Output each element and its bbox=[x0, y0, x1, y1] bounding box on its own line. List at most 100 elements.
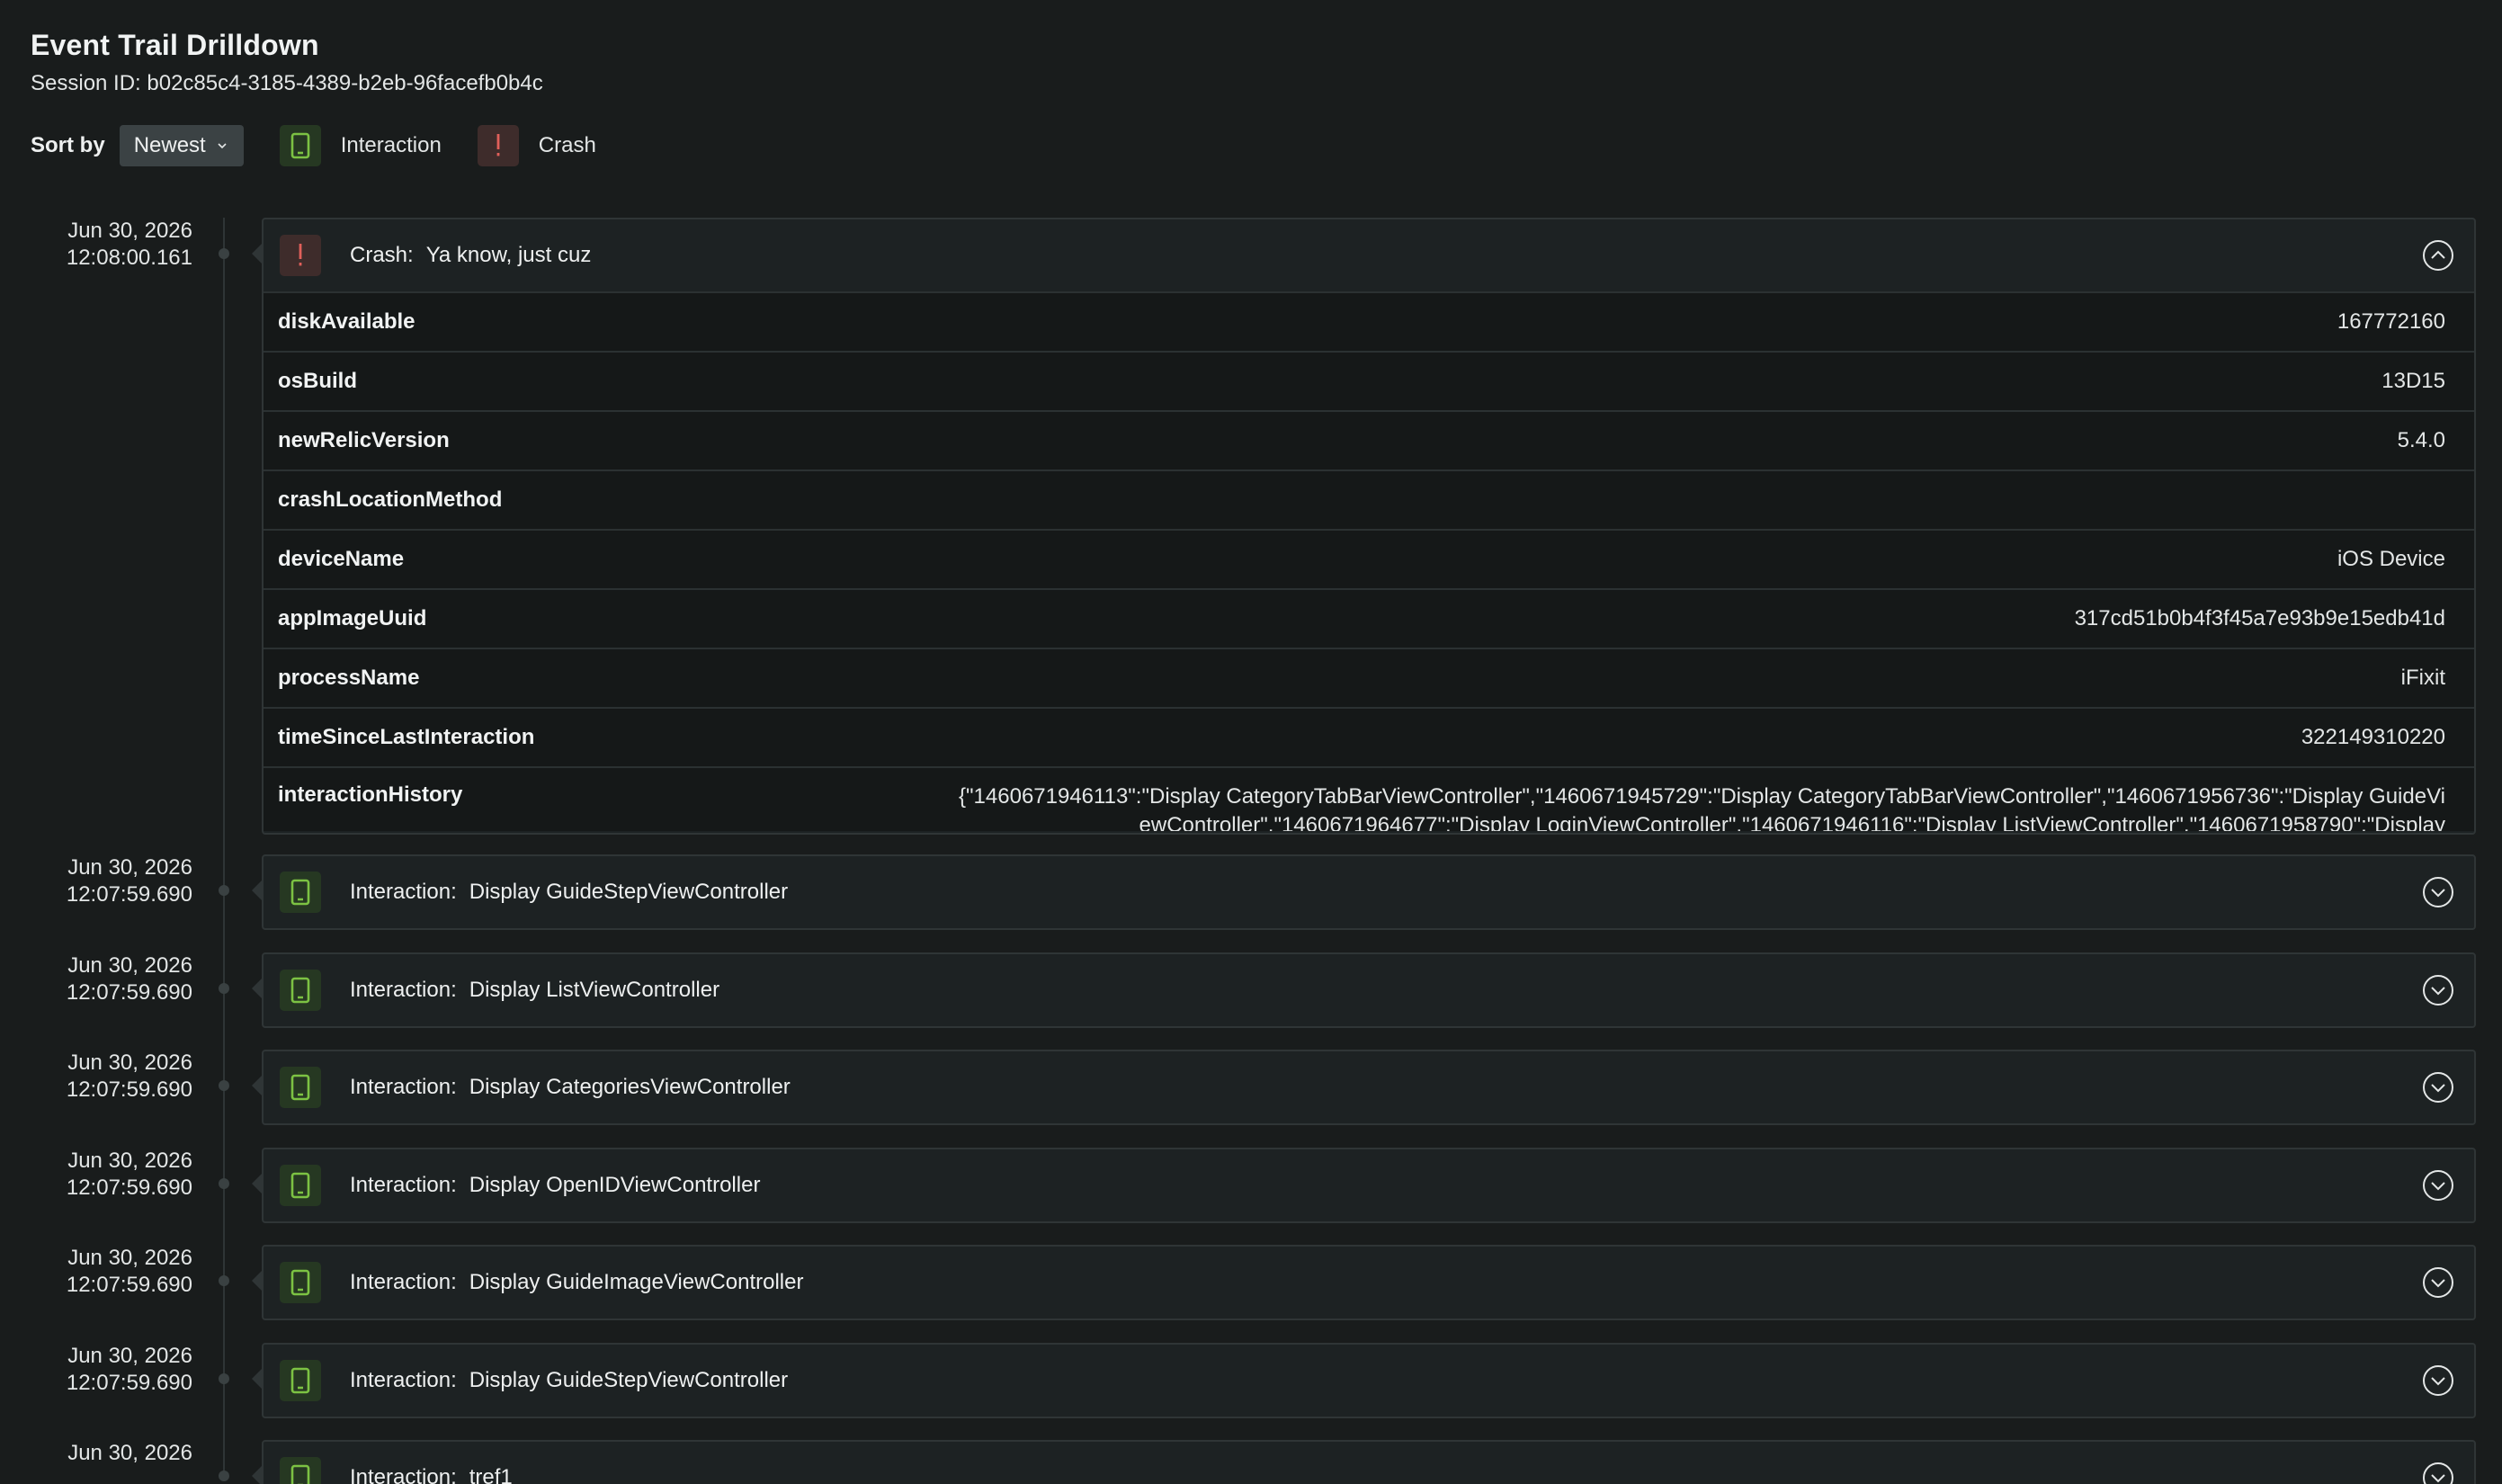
event-timestamp: Jun 30, 2026 12:07:59.690 bbox=[0, 1050, 192, 1104]
event-date: Jun 30, 2026 bbox=[67, 1149, 192, 1173]
attribute-row: timeSinceLastInteraction 322149310220 bbox=[264, 707, 2474, 766]
legend-interaction-label: Interaction bbox=[340, 133, 442, 157]
event-time: 12:07:59.690 bbox=[66, 1077, 192, 1102]
event-header[interactable]: Interaction: Display GuideImageViewContro… bbox=[264, 1247, 2474, 1319]
interaction-event-card: Interaction: Display GuideStepViewControl… bbox=[262, 854, 2476, 930]
interaction-event-card: Interaction: tref1 bbox=[262, 1440, 2476, 1484]
expand-icon[interactable] bbox=[2422, 1071, 2454, 1104]
attribute-row: interactionHistory {"1460671946113":"Disp… bbox=[264, 766, 2474, 831]
timeline-dot bbox=[219, 885, 229, 896]
attribute-key: crashLocationMethod bbox=[278, 487, 503, 512]
timeline-dot bbox=[219, 1471, 229, 1481]
event-type: Interaction: bbox=[350, 978, 457, 1002]
attribute-value: iFixit bbox=[2400, 666, 2445, 690]
crash-event-card: Crash: Ya know, just cuz diskAvailable 1677… bbox=[262, 218, 2476, 835]
event-time: 12:08:00.161 bbox=[66, 246, 192, 270]
attribute-value: 167772160 bbox=[2337, 309, 2445, 334]
event-name: Display ListViewController bbox=[469, 978, 720, 1002]
collapse-icon[interactable] bbox=[2422, 239, 2454, 272]
event-label: Interaction: Display GuideImageViewContro… bbox=[350, 1270, 803, 1295]
attribute-row: diskAvailable 167772160 bbox=[264, 291, 2474, 351]
expand-icon[interactable] bbox=[2422, 876, 2454, 908]
attribute-value: 13D15 bbox=[2381, 369, 2445, 393]
attribute-row: processName iFixit bbox=[264, 648, 2474, 707]
expand-icon[interactable] bbox=[2422, 1364, 2454, 1397]
event-name: tref1 bbox=[469, 1465, 513, 1484]
event-name: Display OpenIDViewController bbox=[469, 1173, 761, 1197]
interaction-event-card: Interaction: Display GuideStepViewControl… bbox=[262, 1343, 2476, 1418]
expand-icon[interactable] bbox=[2422, 1462, 2454, 1484]
legend-interaction: Interaction bbox=[279, 125, 442, 166]
timeline-dot bbox=[219, 248, 229, 259]
timeline-line bbox=[223, 218, 225, 1477]
event-label: Interaction: Display GuideStepViewControl… bbox=[350, 880, 788, 905]
page-title: Event Trail Drilldown bbox=[31, 29, 319, 61]
timeline-dot bbox=[219, 1275, 229, 1286]
event-date: Jun 30, 2026 bbox=[67, 1246, 192, 1270]
attribute-row: deviceName iOS Device bbox=[264, 529, 2474, 588]
event-header[interactable]: Interaction: Display ListViewController bbox=[264, 954, 2474, 1026]
interaction-event-card: Interaction: Display GuideImageViewContro… bbox=[262, 1245, 2476, 1320]
interaction-event-card: Interaction: Display CategoriesViewContro… bbox=[262, 1050, 2476, 1125]
event-name: Display CategoriesViewController bbox=[469, 1075, 791, 1099]
attribute-value: 322149310220 bbox=[2301, 725, 2445, 749]
attribute-value: {"1460671946113":"Display CategoryTabBar… bbox=[959, 784, 2445, 831]
event-timestamp: Jun 30, 2026 bbox=[0, 1440, 192, 1467]
chevron-down-icon bbox=[218, 143, 227, 149]
event-label: Interaction: Display OpenIDViewController bbox=[350, 1173, 760, 1198]
event-timestamp: Jun 30, 2026 12:07:59.690 bbox=[0, 854, 192, 908]
interaction-event-card: Interaction: Display OpenIDViewController bbox=[262, 1148, 2476, 1223]
event-type: Interaction: bbox=[350, 1368, 457, 1392]
event-time: 12:07:59.690 bbox=[66, 882, 192, 907]
event-label: Interaction: Display GuideStepViewControl… bbox=[350, 1368, 788, 1393]
event-time: 12:07:59.690 bbox=[66, 1371, 192, 1395]
exclamation-icon bbox=[280, 235, 321, 276]
attribute-key: timeSinceLastInteraction bbox=[278, 725, 535, 749]
event-date: Jun 30, 2026 bbox=[67, 219, 192, 243]
sort-dropdown[interactable]: Newest bbox=[119, 125, 244, 166]
event-type: Interaction: bbox=[350, 1465, 457, 1484]
phone-icon bbox=[280, 1262, 321, 1303]
event-time: 12:07:59.690 bbox=[66, 980, 192, 1005]
event-label: Crash: Ya know, just cuz bbox=[350, 243, 591, 268]
page-header: Event Trail Drilldown Session ID: b02c85… bbox=[31, 29, 543, 96]
phone-icon bbox=[280, 1067, 321, 1108]
legend-crash: Crash bbox=[477, 125, 596, 166]
phone-icon bbox=[279, 125, 321, 166]
attribute-key: osBuild bbox=[278, 369, 357, 393]
event-timestamp: Jun 30, 2026 12:07:59.690 bbox=[0, 952, 192, 1006]
event-label: Interaction: tref1 bbox=[350, 1465, 513, 1484]
timeline-dot bbox=[219, 1178, 229, 1189]
session-id: Session ID: b02c85c4-3185-4389-b2eb-96fa… bbox=[31, 71, 543, 95]
attribute-row: newRelicVersion 5.4.0 bbox=[264, 410, 2474, 469]
expand-icon[interactable] bbox=[2422, 974, 2454, 1006]
sort-dropdown-value: Newest bbox=[133, 133, 206, 157]
expand-icon[interactable] bbox=[2422, 1266, 2454, 1299]
event-timestamp: Jun 30, 2026 12:08:00.161 bbox=[0, 218, 192, 272]
event-timestamp: Jun 30, 2026 12:07:59.690 bbox=[0, 1343, 192, 1397]
event-timestamp: Jun 30, 2026 12:07:59.690 bbox=[0, 1148, 192, 1202]
event-header[interactable]: Interaction: Display GuideStepViewControl… bbox=[264, 1345, 2474, 1417]
event-date: Jun 30, 2026 bbox=[67, 1344, 192, 1368]
event-time: 12:07:59.690 bbox=[66, 1176, 192, 1200]
timeline-dot bbox=[219, 983, 229, 994]
phone-icon bbox=[280, 1360, 321, 1401]
event-type: Interaction: bbox=[350, 1270, 457, 1294]
event-header[interactable]: Interaction: Display OpenIDViewController bbox=[264, 1149, 2474, 1221]
expand-icon[interactable] bbox=[2422, 1169, 2454, 1202]
interaction-event-card: Interaction: Display ListViewController bbox=[262, 952, 2476, 1028]
attribute-key: newRelicVersion bbox=[278, 428, 450, 452]
event-header[interactable]: Interaction: tref1 bbox=[264, 1442, 2474, 1484]
event-name: Ya know, just cuz bbox=[425, 243, 592, 267]
exclamation-icon bbox=[477, 125, 519, 166]
event-timestamp: Jun 30, 2026 12:07:59.690 bbox=[0, 1245, 192, 1299]
event-header[interactable]: Interaction: Display GuideStepViewControl… bbox=[264, 856, 2474, 928]
event-header[interactable]: Crash: Ya know, just cuz bbox=[264, 219, 2474, 291]
timeline-dot bbox=[219, 1080, 229, 1091]
event-type: Crash: bbox=[350, 243, 414, 267]
event-date: Jun 30, 2026 bbox=[67, 855, 192, 880]
event-date: Jun 30, 2026 bbox=[67, 1441, 192, 1465]
attribute-key: interactionHistory bbox=[278, 782, 463, 807]
event-header[interactable]: Interaction: Display CategoriesViewContro… bbox=[264, 1051, 2474, 1123]
event-name: Display GuideStepViewController bbox=[469, 1368, 789, 1392]
